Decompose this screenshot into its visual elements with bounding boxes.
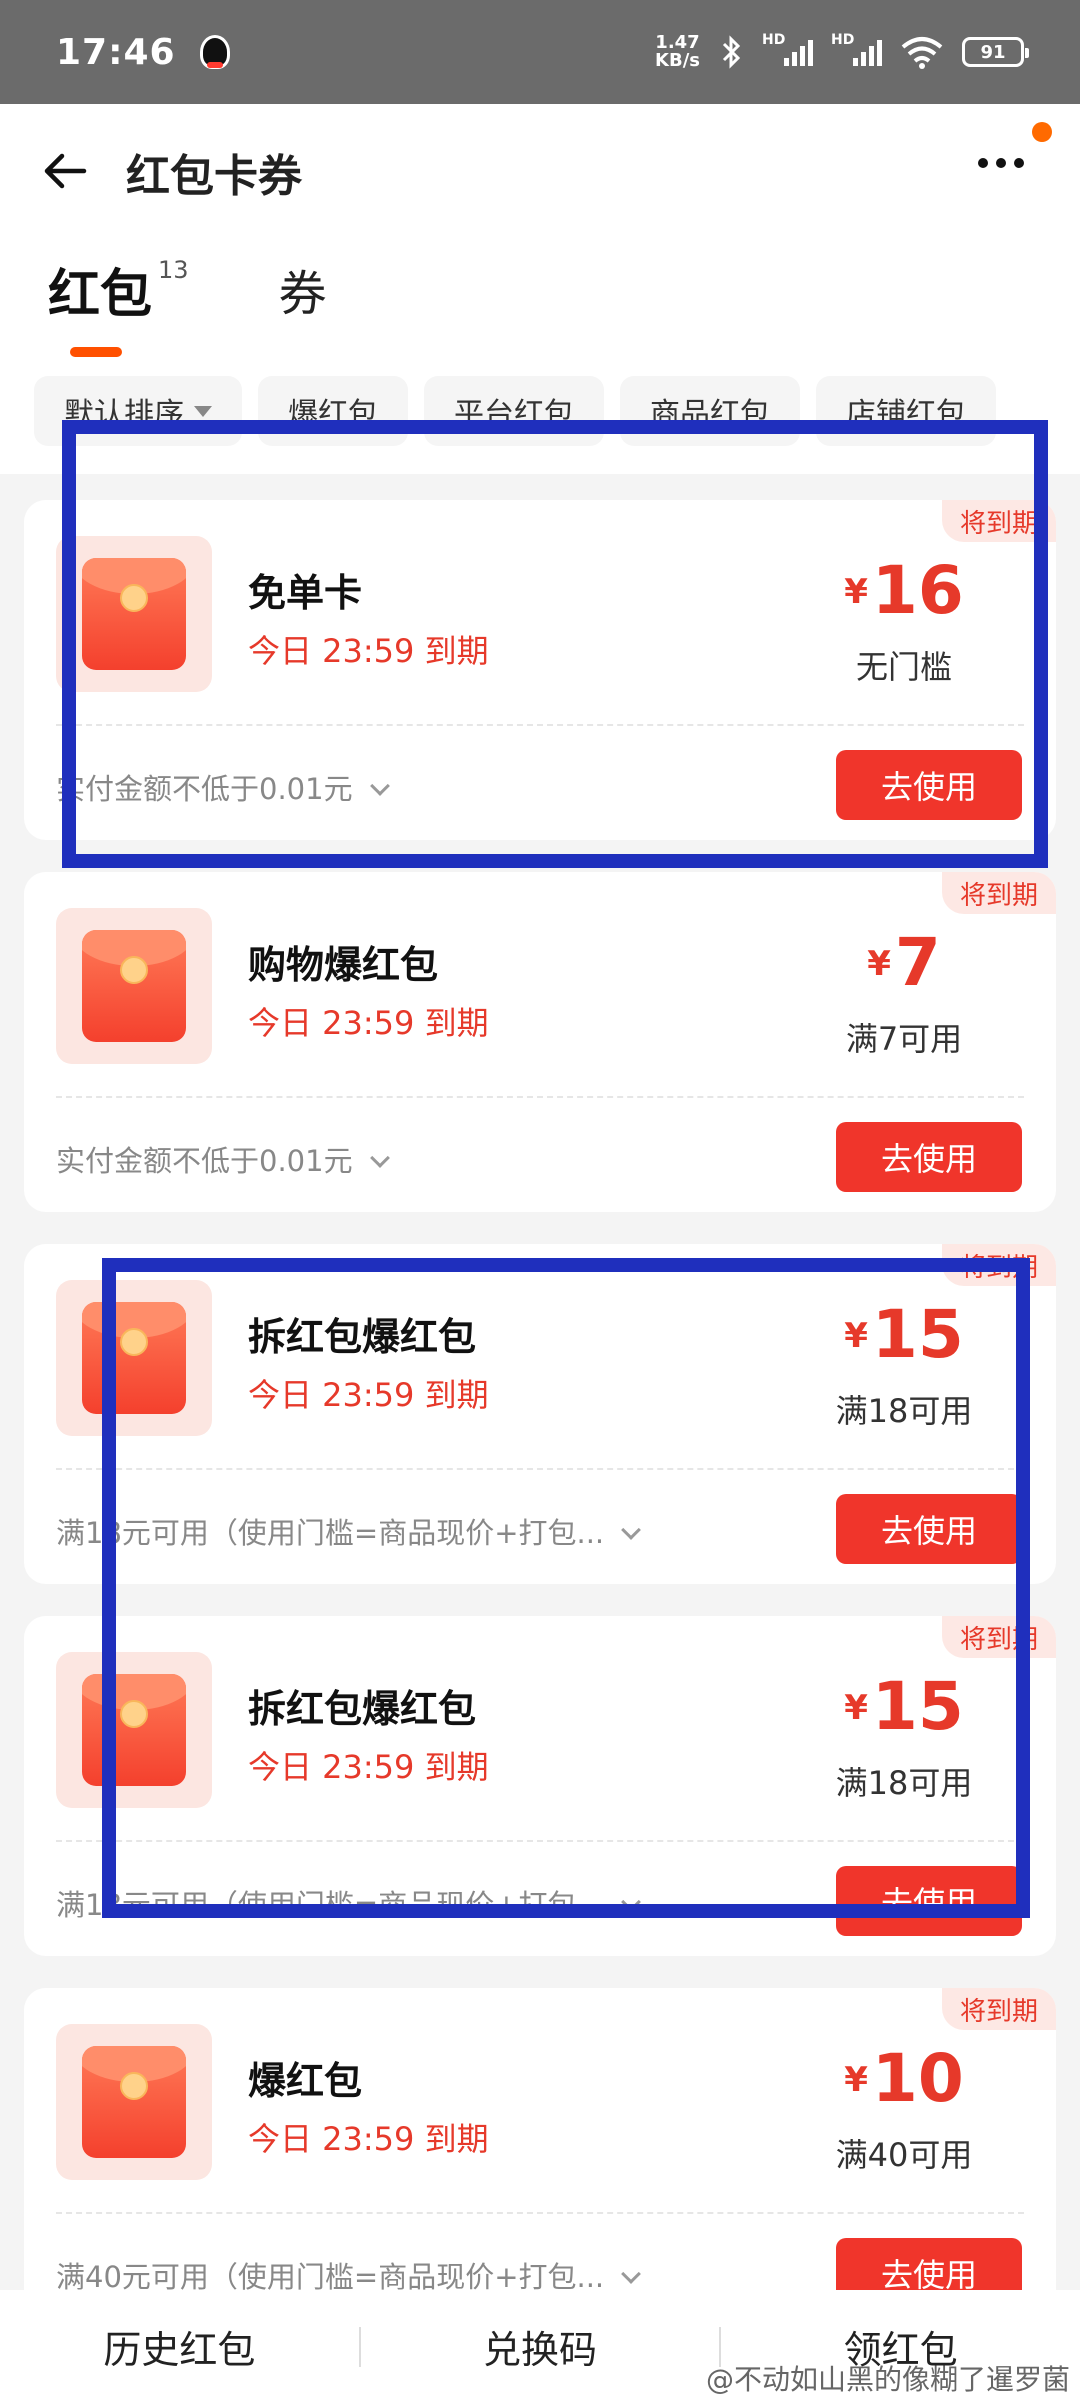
redpacket-icon	[56, 908, 212, 1064]
filter-product-redpacket[interactable]: 商品红包	[620, 376, 800, 446]
divider	[56, 2212, 1024, 2214]
net-speed: 1.47 KB/s	[655, 34, 700, 70]
card-rule[interactable]: 满18元可用（使用门槛=商品现价+打包...	[56, 1882, 642, 1924]
card-condition: 满18可用	[835, 1764, 973, 1802]
weibo-watermark: @不动如山黑的像糊了暹罗菌	[705, 2363, 1070, 2396]
card-expire: 今日 23:59 到期	[248, 2120, 489, 2158]
card-name: 拆红包爆红包	[248, 1315, 477, 1359]
expiring-badge: 将到期	[941, 500, 1056, 542]
use-button[interactable]: 去使用	[836, 1122, 1022, 1192]
hd-label-1: HD	[762, 32, 786, 48]
chevron-down-icon	[621, 1892, 642, 1912]
battery-level: 91	[980, 41, 1006, 63]
redpacket-card: 将到期 免单卡 今日 23:59 到期 ¥16 无门槛 实付金额不低于0.01元…	[24, 500, 1056, 840]
card-rule[interactable]: 实付金额不低于0.01元	[56, 1138, 390, 1180]
redpacket-card: 将到期 购物爆红包 今日 23:59 到期 ¥7 满7可用 实付金额不低于0.0…	[24, 872, 1056, 1212]
chevron-down-icon	[621, 2264, 642, 2284]
signal-icon-2: HD	[831, 32, 882, 66]
card-expire: 今日 23:59 到期	[248, 1004, 489, 1042]
signal-icon-1: HD	[762, 32, 813, 66]
filter-default-sort-label: 默认排序	[64, 397, 184, 432]
tab-redpacket-label: 红包	[48, 265, 153, 325]
more-options-icon[interactable]	[978, 158, 1024, 168]
card-amount: ¥15	[844, 1296, 964, 1373]
card-condition: 满18可用	[835, 1392, 973, 1430]
card-condition: 无门槛	[855, 648, 952, 686]
caret-down-icon	[194, 405, 212, 417]
expiring-badge: 将到期	[941, 1244, 1056, 1286]
bluetooth-icon	[722, 35, 741, 69]
notification-dot	[1032, 122, 1052, 142]
use-button[interactable]: 去使用	[836, 1866, 1022, 1936]
filter-store-redpacket[interactable]: 店铺红包	[816, 376, 996, 446]
filter-chips: 默认排序 爆红包 平台红包 商品红包 店铺红包	[34, 376, 996, 446]
wifi-icon	[901, 37, 943, 69]
app-header: 红包卡券 红包 13 券 默认排序 爆红包 平台红包 商品红包 店铺红包	[0, 104, 1080, 474]
status-bar: 17:46 1.47 KB/s HD HD 91	[0, 0, 1080, 104]
redpacket-icon	[56, 2024, 212, 2180]
filter-boom-redpacket[interactable]: 爆红包	[258, 376, 408, 446]
chevron-down-icon	[369, 776, 390, 796]
expiring-badge: 将到期	[941, 1616, 1056, 1658]
card-rule[interactable]: 实付金额不低于0.01元	[56, 766, 390, 808]
expiring-badge: 将到期	[941, 872, 1056, 914]
chevron-down-icon	[369, 1148, 390, 1168]
history-redpacket-button[interactable]: 历史红包	[0, 2319, 359, 2374]
qq-icon	[199, 35, 230, 69]
filter-default-sort[interactable]: 默认排序	[34, 376, 242, 446]
filter-platform-redpacket[interactable]: 平台红包	[424, 376, 604, 446]
divider	[56, 1468, 1024, 1470]
card-amount: ¥16	[844, 552, 964, 629]
card-amount: ¥7	[867, 924, 941, 1001]
tab-redpacket[interactable]: 红包	[48, 252, 153, 357]
hd-label-2: HD	[831, 32, 855, 48]
card-expire: 今日 23:59 到期	[248, 1748, 489, 1786]
card-amount: ¥15	[844, 1668, 964, 1745]
card-expire: 今日 23:59 到期	[248, 632, 489, 670]
card-condition: 满7可用	[845, 1020, 963, 1058]
divider	[56, 724, 1024, 726]
battery-icon: 91	[962, 37, 1029, 67]
redpacket-icon	[56, 536, 212, 692]
divider	[56, 1096, 1024, 1098]
redeem-code-button[interactable]: 兑换码	[361, 2319, 720, 2374]
card-amount: ¥10	[844, 2040, 964, 2117]
tab-bar: 红包 13 券	[48, 252, 327, 357]
redpacket-card: 将到期 拆红包爆红包 今日 23:59 到期 ¥15 满18可用 满18元可用（…	[24, 1244, 1056, 1584]
divider	[56, 1840, 1024, 1842]
status-right: 1.47 KB/s HD HD 91	[655, 32, 1029, 70]
back-arrow-icon[interactable]	[38, 144, 92, 198]
redpacket-card: 将到期 拆红包爆红包 今日 23:59 到期 ¥15 满18可用 满18元可用（…	[24, 1616, 1056, 1956]
card-name: 拆红包爆红包	[248, 1687, 477, 1731]
tab-coupon[interactable]: 券	[279, 254, 327, 324]
card-name: 爆红包	[248, 2059, 363, 2103]
status-time: 17:46	[56, 31, 176, 73]
redpacket-icon	[56, 1280, 212, 1436]
card-condition: 满40可用	[835, 2136, 973, 2174]
tab-indicator	[70, 347, 122, 357]
expiring-badge: 将到期	[941, 1988, 1056, 2030]
chevron-down-icon	[621, 1520, 642, 1540]
redpacket-icon	[56, 1652, 212, 1808]
card-expire: 今日 23:59 到期	[248, 1376, 489, 1414]
use-button[interactable]: 去使用	[836, 750, 1022, 820]
page-title: 红包卡券	[126, 151, 302, 202]
card-rule[interactable]: 满18元可用（使用门槛=商品现价+打包...	[56, 1510, 642, 1552]
net-speed-unit: KB/s	[655, 50, 700, 71]
tab-redpacket-count: 13	[158, 256, 189, 284]
card-name: 免单卡	[248, 571, 363, 615]
redpacket-card: 将到期 爆红包 今日 23:59 到期 ¥10 满40可用 满40元可用（使用门…	[24, 1988, 1056, 2328]
card-name: 购物爆红包	[248, 943, 439, 987]
redpacket-list: 将到期 免单卡 今日 23:59 到期 ¥16 无门槛 实付金额不低于0.01元…	[24, 500, 1056, 2360]
use-button[interactable]: 去使用	[836, 1494, 1022, 1564]
